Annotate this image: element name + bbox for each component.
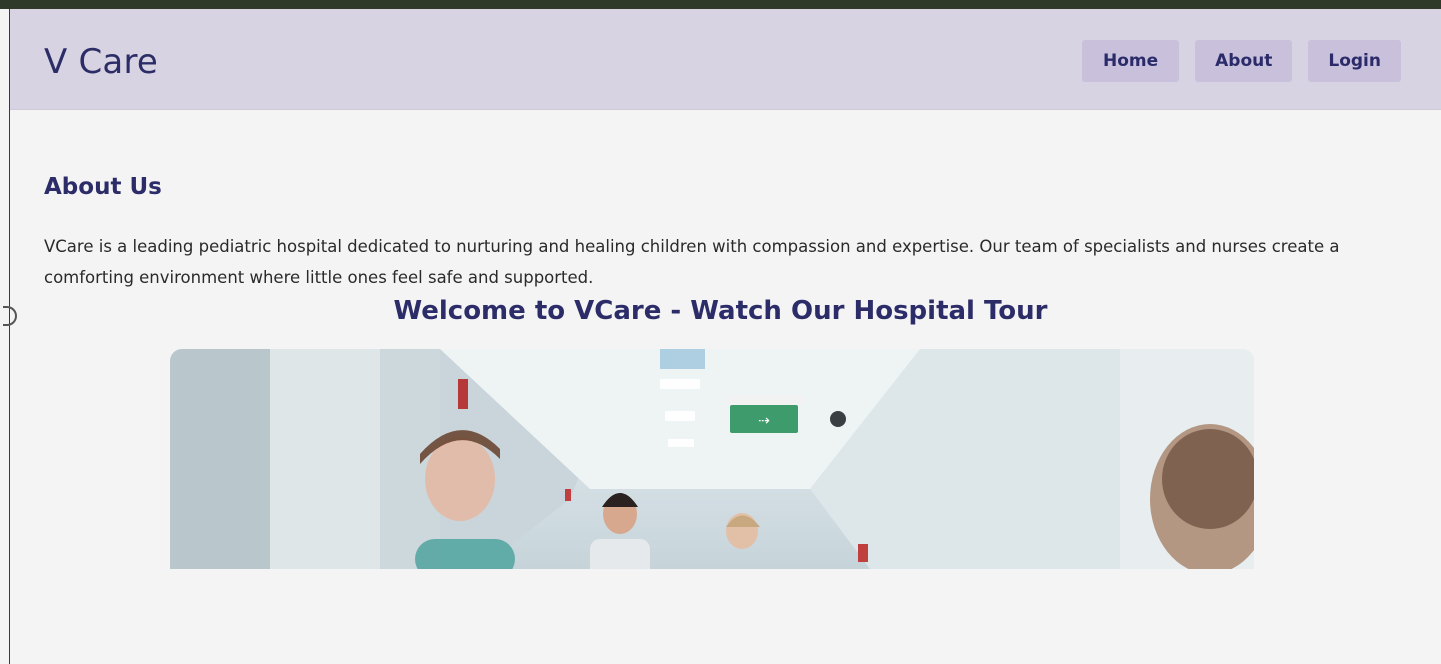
window-left-border (0, 9, 10, 664)
nav-login-button[interactable]: Login (1308, 40, 1401, 82)
nav-about-button[interactable]: About (1195, 40, 1293, 82)
about-heading: About Us (44, 174, 162, 200)
nav-home-button[interactable]: Home (1081, 40, 1180, 82)
brand-logo-text[interactable]: V Care (44, 42, 158, 82)
hospital-corridor-thumbnail: ⇢ (170, 349, 1254, 569)
site-header: V Care Home About Login (10, 9, 1441, 110)
tour-heading: Welcome to VCare - Watch Our Hospital To… (393, 296, 1048, 326)
main-nav: Home About Login (1081, 40, 1401, 82)
about-paragraph: VCare is a leading pediatric hospital de… (44, 237, 1340, 287)
window-top-border (0, 0, 1441, 9)
hospital-tour-video[interactable]: ⇢ (170, 349, 1254, 569)
svg-text:⇢: ⇢ (758, 413, 770, 429)
